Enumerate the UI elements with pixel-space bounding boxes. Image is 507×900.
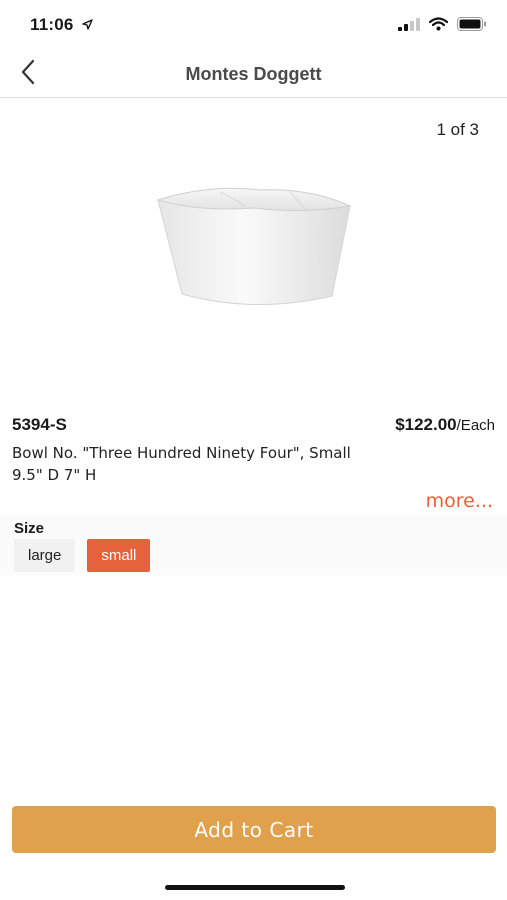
price-amount: $122.00 bbox=[395, 415, 457, 434]
product-price: $122.00/Each bbox=[395, 415, 495, 435]
product-description: Bowl No. "Three Hundred Ninety Four", Sm… bbox=[12, 442, 492, 486]
size-option-large[interactable]: large bbox=[14, 539, 76, 572]
size-option-small[interactable]: small bbox=[87, 539, 151, 572]
price-unit: /Each bbox=[456, 417, 495, 434]
product-dimensions: 9.5" D 7" H bbox=[12, 466, 97, 484]
cellular-signal-icon bbox=[398, 17, 420, 36]
status-bar: 11:06 bbox=[0, 0, 507, 52]
product-image[interactable] bbox=[150, 178, 355, 318]
status-time-text: 11:06 bbox=[30, 15, 74, 34]
status-time: 11:06 bbox=[30, 15, 94, 35]
product-name: Bowl No. "Three Hundred Ninety Four", Sm… bbox=[12, 444, 351, 462]
more-link[interactable]: more... bbox=[426, 490, 493, 512]
size-selector: Size large small bbox=[0, 515, 507, 575]
page-title: Montes Doggett bbox=[185, 64, 322, 84]
size-label: Size bbox=[14, 520, 45, 537]
product-sku: 5394-S bbox=[12, 415, 67, 434]
add-to-cart-button[interactable]: Add to Cart bbox=[12, 806, 496, 853]
wifi-icon bbox=[428, 17, 449, 36]
status-icons bbox=[398, 17, 487, 36]
location-arrow-icon bbox=[82, 19, 94, 33]
image-counter: 1 of 3 bbox=[436, 120, 479, 139]
navigation-bar: Montes Doggett bbox=[0, 52, 507, 98]
home-indicator[interactable] bbox=[165, 885, 345, 890]
battery-icon bbox=[457, 17, 487, 36]
size-options: large small bbox=[14, 539, 151, 572]
